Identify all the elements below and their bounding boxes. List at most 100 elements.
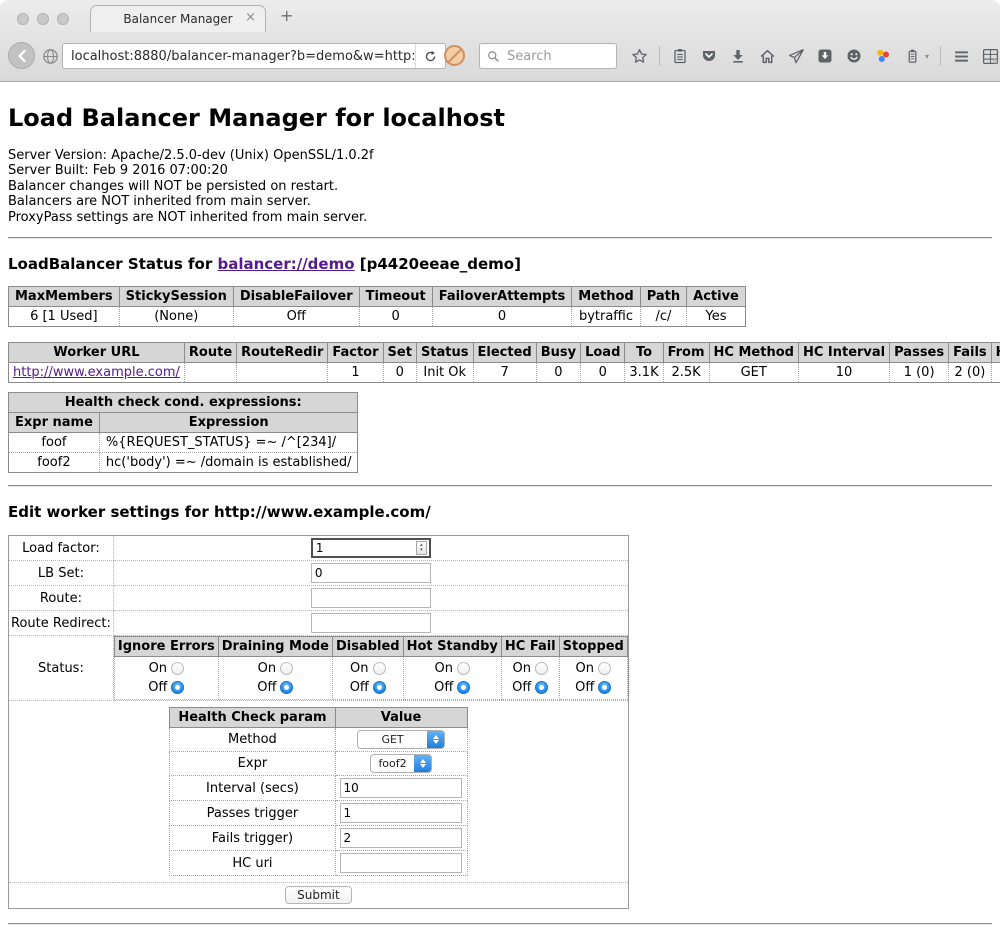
- tab-balancer-manager[interactable]: Balancer Manager ×: [90, 5, 266, 32]
- col-ignore-errors: Ignore Errors: [114, 637, 218, 657]
- new-tab-button[interactable]: +: [280, 6, 293, 25]
- fails-input[interactable]: [340, 828, 462, 848]
- adblock-disabled-icon[interactable]: [444, 45, 465, 66]
- status-cell-disabled: On Off: [332, 657, 403, 700]
- close-window-button[interactable]: [17, 13, 29, 25]
- col-busy: Busy: [536, 343, 580, 363]
- interval-input[interactable]: [340, 778, 462, 798]
- url-text[interactable]: localhost:8880/balancer-manager?b=demo&w…: [63, 49, 415, 64]
- tile-tabs-icon[interactable]: [981, 47, 999, 65]
- col-stopped: Stopped: [559, 637, 627, 657]
- page-title: Load Balancer Manager for localhost: [8, 104, 992, 132]
- col-status: Status: [416, 343, 473, 363]
- balancer-status-heading: LoadBalancer Status for balancer://demo …: [8, 255, 992, 273]
- pocket-icon[interactable]: [700, 47, 718, 65]
- lb-set-input[interactable]: [311, 563, 431, 583]
- chevron-down-icon[interactable]: ▾: [925, 52, 929, 61]
- balancer-status-table: MaxMembers StickySession DisableFailover…: [8, 286, 746, 327]
- send-tab-icon[interactable]: [787, 47, 805, 65]
- maximize-window-button[interactable]: [57, 13, 69, 25]
- balancer-demo-link[interactable]: balancer://demo: [217, 255, 354, 273]
- download-panel-icon[interactable]: [816, 47, 834, 65]
- radio-on[interactable]: [280, 662, 293, 675]
- hc-method-label: Method: [170, 728, 335, 752]
- off-label: Off: [148, 680, 167, 695]
- search-bar[interactable]: [479, 43, 617, 69]
- downloads-icon[interactable]: [729, 47, 747, 65]
- hc-uri-input[interactable]: [340, 853, 462, 873]
- cell-expression: %{REQUEST_STATUS} =~ /^[234]/: [99, 433, 358, 453]
- cell-routeredir: [237, 363, 328, 383]
- hc-uri-row: HC uri: [170, 851, 467, 876]
- radio-off[interactable]: [535, 681, 548, 694]
- hc-interval-row: Interval (secs): [170, 776, 467, 801]
- worker-row: http://www.example.com/ 1 0 Init Ok 7 0 …: [9, 363, 1000, 383]
- cell-expr-name: foof2: [9, 453, 100, 473]
- status-cell-draining-mode: On Off: [218, 657, 332, 700]
- cell-fails: 2 (0): [949, 363, 992, 383]
- menu-hamburger-icon[interactable]: [952, 47, 970, 65]
- forum-smiley-icon[interactable]: [845, 47, 863, 65]
- status-cell-hc-fail: On Off: [501, 657, 559, 700]
- tab-bar: Balancer Manager × +: [0, 0, 1000, 31]
- back-button[interactable]: [8, 42, 35, 69]
- cell-busy: 0: [536, 363, 580, 383]
- minimize-window-button[interactable]: [37, 13, 49, 25]
- url-bar[interactable]: localhost:8880/balancer-manager?b=demo&w…: [62, 43, 446, 69]
- col-maxmembers: MaxMembers: [9, 287, 120, 307]
- col-disablefailover: DisableFailover: [233, 287, 359, 307]
- route-redirect-row: Route Redirect:: [9, 611, 629, 636]
- radio-on[interactable]: [171, 662, 184, 675]
- on-label: On: [513, 661, 531, 676]
- status-cell-ignore-errors: On Off: [114, 657, 218, 700]
- route-input[interactable]: [311, 588, 431, 608]
- expr-select[interactable]: foof2: [370, 754, 432, 773]
- on-label: On: [576, 661, 594, 676]
- radio-on[interactable]: [457, 662, 470, 675]
- route-redirect-input[interactable]: [311, 613, 431, 633]
- col-hc-param: Health Check param: [170, 708, 335, 728]
- expr-selected-value: foof2: [371, 757, 414, 770]
- route-label: Route:: [9, 586, 114, 611]
- hc-uri-label: HC uri: [170, 851, 335, 876]
- browser-chrome: Balancer Manager × + localhost:8880/bala…: [0, 0, 1000, 82]
- submit-button[interactable]: Submit: [285, 886, 352, 904]
- radio-on[interactable]: [535, 662, 548, 675]
- home-icon[interactable]: [758, 47, 776, 65]
- on-label: On: [149, 661, 167, 676]
- heading-suffix: [p4420eeae_demo]: [355, 255, 521, 273]
- extension-dots-icon[interactable]: [874, 47, 892, 65]
- status-cell-hot-standby: On Off: [403, 657, 501, 700]
- table-row: 6 [1 Used] (None) Off 0 0 bytraffic /c/ …: [9, 307, 746, 327]
- inherit-note-line: Balancers are NOT inherited from main se…: [8, 194, 992, 209]
- status-options-table: Ignore Errors Draining Mode Disabled Hot…: [114, 636, 628, 700]
- passes-input[interactable]: [340, 803, 462, 823]
- radio-off[interactable]: [280, 681, 293, 694]
- number-spinner-icon[interactable]: ▴▾: [416, 541, 427, 555]
- load-factor-input[interactable]: [311, 538, 431, 558]
- hc-passes-row: Passes trigger: [170, 801, 467, 826]
- worker-url-link[interactable]: http://www.example.com/: [13, 365, 180, 380]
- col-set: Set: [383, 343, 416, 363]
- cell-expr-name: foof: [9, 433, 100, 453]
- reload-button[interactable]: [415, 44, 445, 68]
- cell-active: Yes: [687, 307, 746, 327]
- bookmark-star-icon[interactable]: [630, 47, 648, 65]
- clipboard-extension-icon[interactable]: [903, 47, 921, 65]
- reading-list-icon[interactable]: [671, 47, 689, 65]
- hc-fails-row: Fails trigger): [170, 826, 467, 851]
- cell-factor: 1: [328, 363, 383, 383]
- off-label: Off: [350, 680, 369, 695]
- radio-on[interactable]: [598, 662, 611, 675]
- radio-off[interactable]: [171, 681, 184, 694]
- method-select[interactable]: GET: [357, 730, 445, 749]
- col-to: To: [625, 343, 663, 363]
- radio-off[interactable]: [457, 681, 470, 694]
- col-stickysession: StickySession: [119, 287, 233, 307]
- radio-off[interactable]: [373, 681, 386, 694]
- radio-on[interactable]: [373, 662, 386, 675]
- search-input[interactable]: [505, 48, 600, 65]
- route-row: Route:: [9, 586, 629, 611]
- radio-off[interactable]: [598, 681, 611, 694]
- close-tab-icon[interactable]: ×: [245, 10, 256, 25]
